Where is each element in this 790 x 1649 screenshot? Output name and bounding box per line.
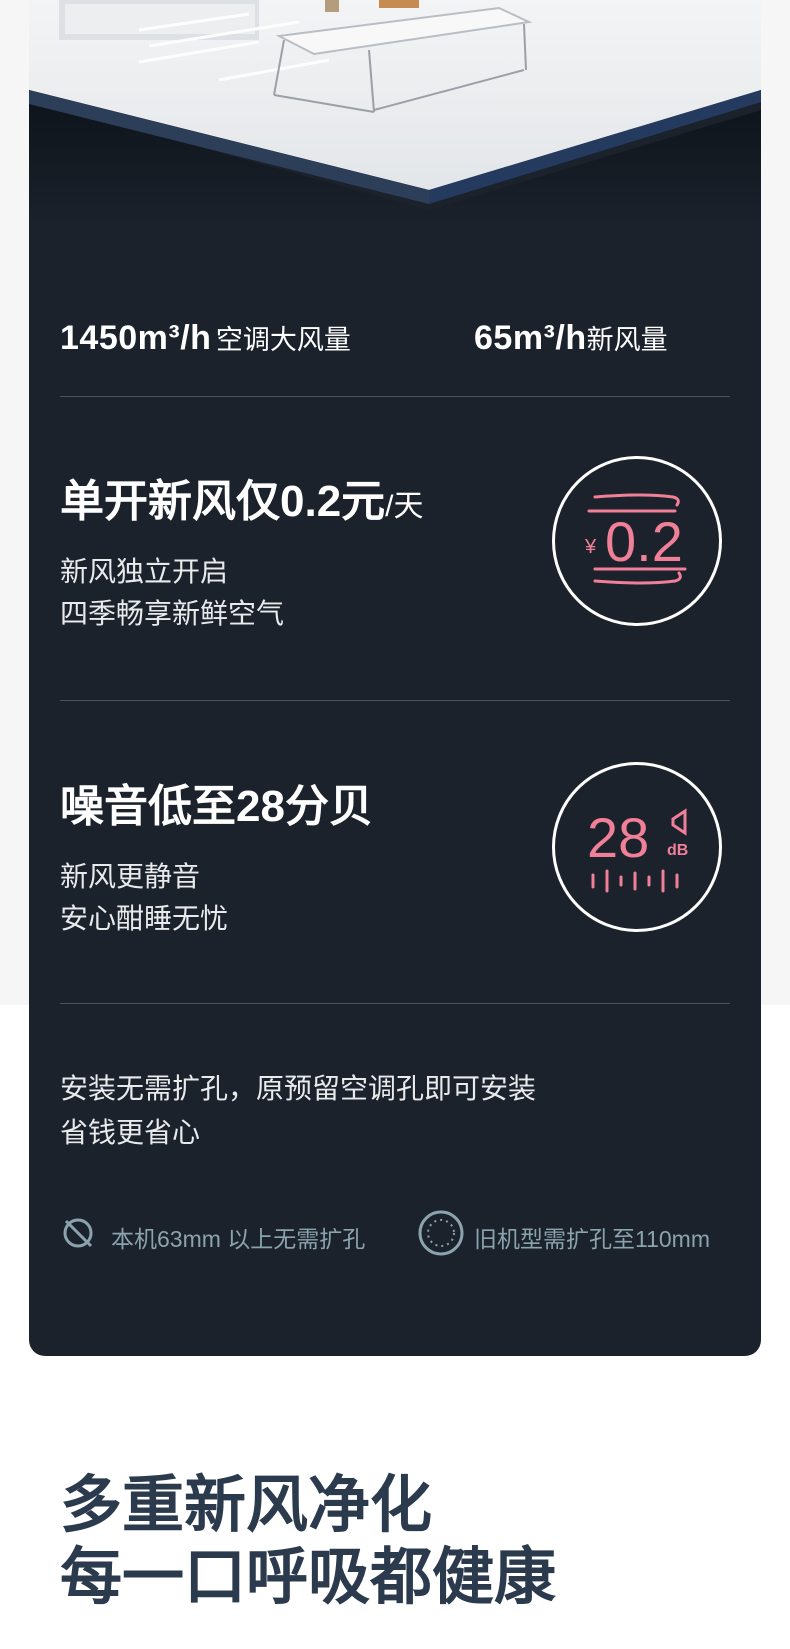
speaker-icon — [671, 808, 687, 836]
drill-hole-icon — [417, 1210, 465, 1263]
airflow-line-bottom — [593, 571, 682, 585]
hero-room-illustration — [29, 0, 761, 230]
fresh-air-stat: 65m³/h新风量 — [474, 318, 668, 358]
install-line1: 安装无需扩孔，原预留空调孔即可安装 — [60, 1073, 537, 1104]
noise-badge: 28 dB — [552, 762, 722, 932]
divider — [60, 396, 730, 397]
divider — [60, 700, 730, 701]
feature-cost-desc: 新风独立开启 四季畅享新鲜空气 — [60, 551, 284, 635]
feature-cost-title-text: 单开新风仅0.2元 — [60, 477, 386, 526]
note-drill-text: 旧机型需扩孔至110mm — [474, 1226, 710, 1252]
airflow-value: 1450m³/h — [60, 319, 212, 357]
note-no-drill-text: 本机63mm 以上无需扩孔 — [111, 1226, 366, 1252]
airflow-label: 空调大风量 — [215, 325, 351, 355]
badge-noise-unit: dB — [667, 842, 688, 859]
headline-line1: 多重新风净化 — [60, 1471, 433, 1540]
fresh-air-value: 65m³/h — [474, 319, 587, 357]
divider — [60, 1003, 730, 1004]
feature-noise-desc-line2: 安心酣睡无忧 — [60, 903, 229, 934]
install-description: 安装无需扩孔，原预留空调孔即可安装 省钱更省心 — [60, 1067, 536, 1155]
install-line2: 省钱更省心 — [60, 1117, 201, 1148]
section-headline: 多重新风净化 每一口呼吸都健康 — [60, 1470, 556, 1614]
feature-cost-desc-line2: 四季畅享新鲜空气 — [60, 598, 285, 629]
badge-cost-value: 0.2 — [605, 510, 683, 573]
feature-card: 1450m³/h 空调大风量 65m³/h新风量 单开新风仅0.2元/天 新风独… — [29, 0, 761, 1356]
airflow-line-top — [593, 493, 680, 507]
cost-badge: ¥ 0.2 — [552, 456, 722, 626]
feature-cost-title: 单开新风仅0.2元/天 — [60, 465, 424, 529]
airflow-stats: 1450m³/h 空调大风量 65m³/h新风量 — [60, 318, 730, 368]
airflow-stat: 1450m³/h 空调大风量 — [60, 318, 351, 358]
feature-noise-desc-line1: 新风更静音 — [60, 861, 201, 892]
badge-currency-symbol: ¥ — [584, 536, 597, 558]
feature-cost-desc-line1: 新风独立开启 — [60, 556, 229, 587]
sound-wave-icon — [591, 869, 679, 893]
badge-noise-value: 28 — [587, 806, 649, 869]
headline-line2: 每一口呼吸都健康 — [60, 1543, 557, 1612]
feature-noise-desc: 新风更静音 安心酣睡无忧 — [60, 856, 228, 940]
feature-noise-title: 噪音低至28分贝 — [60, 782, 373, 831]
feature-cost-title-unit: /天 — [385, 490, 424, 523]
fresh-air-label: 新风量 — [586, 325, 668, 355]
no-drill-icon — [60, 1213, 100, 1259]
